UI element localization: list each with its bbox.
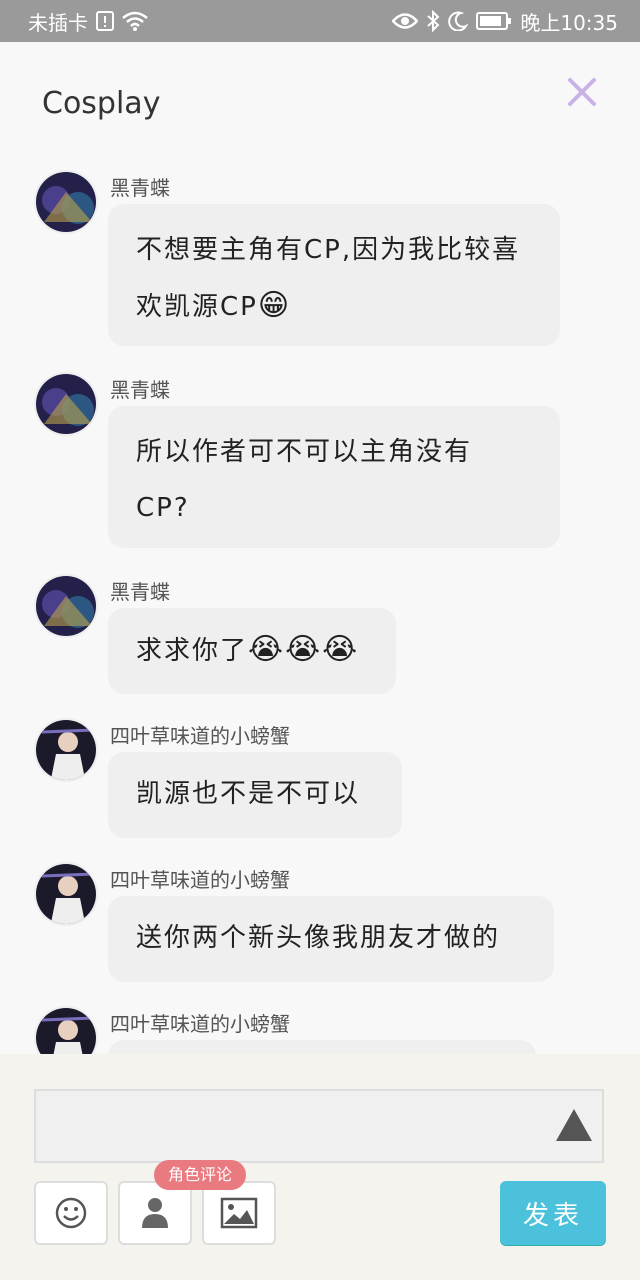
role-comment-badge: 角色评论 [154, 1160, 247, 1190]
eye-icon [392, 12, 419, 30]
clock-text: 晚上10:35 [520, 10, 618, 35]
image-icon [220, 1197, 258, 1229]
author-name: 四叶草味道的小螃蟹 [110, 1012, 290, 1036]
message-bubble[interactable]: 凯源也不是不可以 [108, 752, 402, 838]
avatar[interactable] [34, 372, 98, 436]
author-name: 黑青蝶 [110, 378, 170, 402]
message-line: 凯源也不是不可以 [136, 779, 361, 809]
publish-button[interactable]: 发表 [500, 1181, 606, 1245]
message-line: 送你两个新头像我朋友才做的 [136, 923, 501, 953]
expand-triangle-icon[interactable] [556, 1109, 592, 1141]
wifi-icon [122, 11, 148, 31]
status-bar: 未插卡 晚上10:35 [0, 0, 640, 42]
role-button[interactable] [118, 1181, 192, 1245]
comment-input[interactable] [34, 1089, 604, 1163]
message-bubble[interactable]: 不想要主角有CP,因为我比较喜 欢凯源CP😁 [108, 204, 560, 346]
status-left: 未插卡 [28, 7, 148, 36]
smiley-icon [55, 1197, 87, 1229]
grin-emoji-icon: 😁 [257, 288, 292, 323]
status-right: 晚上10:35 [392, 7, 618, 36]
page-title: Cosplay [42, 86, 161, 121]
composer-bar: 角色评论 发表 [0, 1054, 640, 1280]
emoji-button[interactable] [34, 1181, 108, 1245]
close-icon[interactable] [562, 72, 602, 112]
author-name: 四叶草味道的小螃蟹 [110, 724, 290, 748]
author-name: 黑青蝶 [110, 580, 170, 604]
avatar[interactable] [34, 718, 98, 782]
close-button[interactable] [562, 72, 602, 112]
person-icon [142, 1198, 168, 1228]
avatar[interactable] [34, 862, 98, 926]
avatar[interactable] [34, 574, 98, 638]
message-line: 所以作者可不可以主角没有 [136, 437, 473, 467]
message-line: 求求你了 [136, 636, 249, 666]
message-line: 欢凯源CP [136, 292, 258, 322]
author-name: 黑青蝶 [110, 176, 170, 200]
moon-icon [448, 11, 469, 31]
message-bubble[interactable]: 所以作者可不可以主角没有 CP? [108, 406, 560, 548]
bluetooth-icon [426, 10, 440, 32]
battery-icon [476, 12, 512, 30]
author-name: 四叶草味道的小螃蟹 [110, 868, 290, 892]
alert-icon [96, 11, 114, 31]
carrier-text: 未插卡 [28, 10, 88, 35]
crying-emoji-icon: 😭😭😭 [248, 632, 360, 667]
avatar[interactable] [34, 170, 98, 234]
message-bubble[interactable]: 送你两个新头像我朋友才做的 [108, 896, 554, 982]
message-bubble[interactable]: 求求你了😭😭😭 [108, 608, 396, 694]
message-line: 不想要主角有CP,因为我比较喜 [136, 235, 521, 265]
image-button[interactable] [202, 1181, 276, 1245]
message-line: CP? [136, 493, 190, 523]
